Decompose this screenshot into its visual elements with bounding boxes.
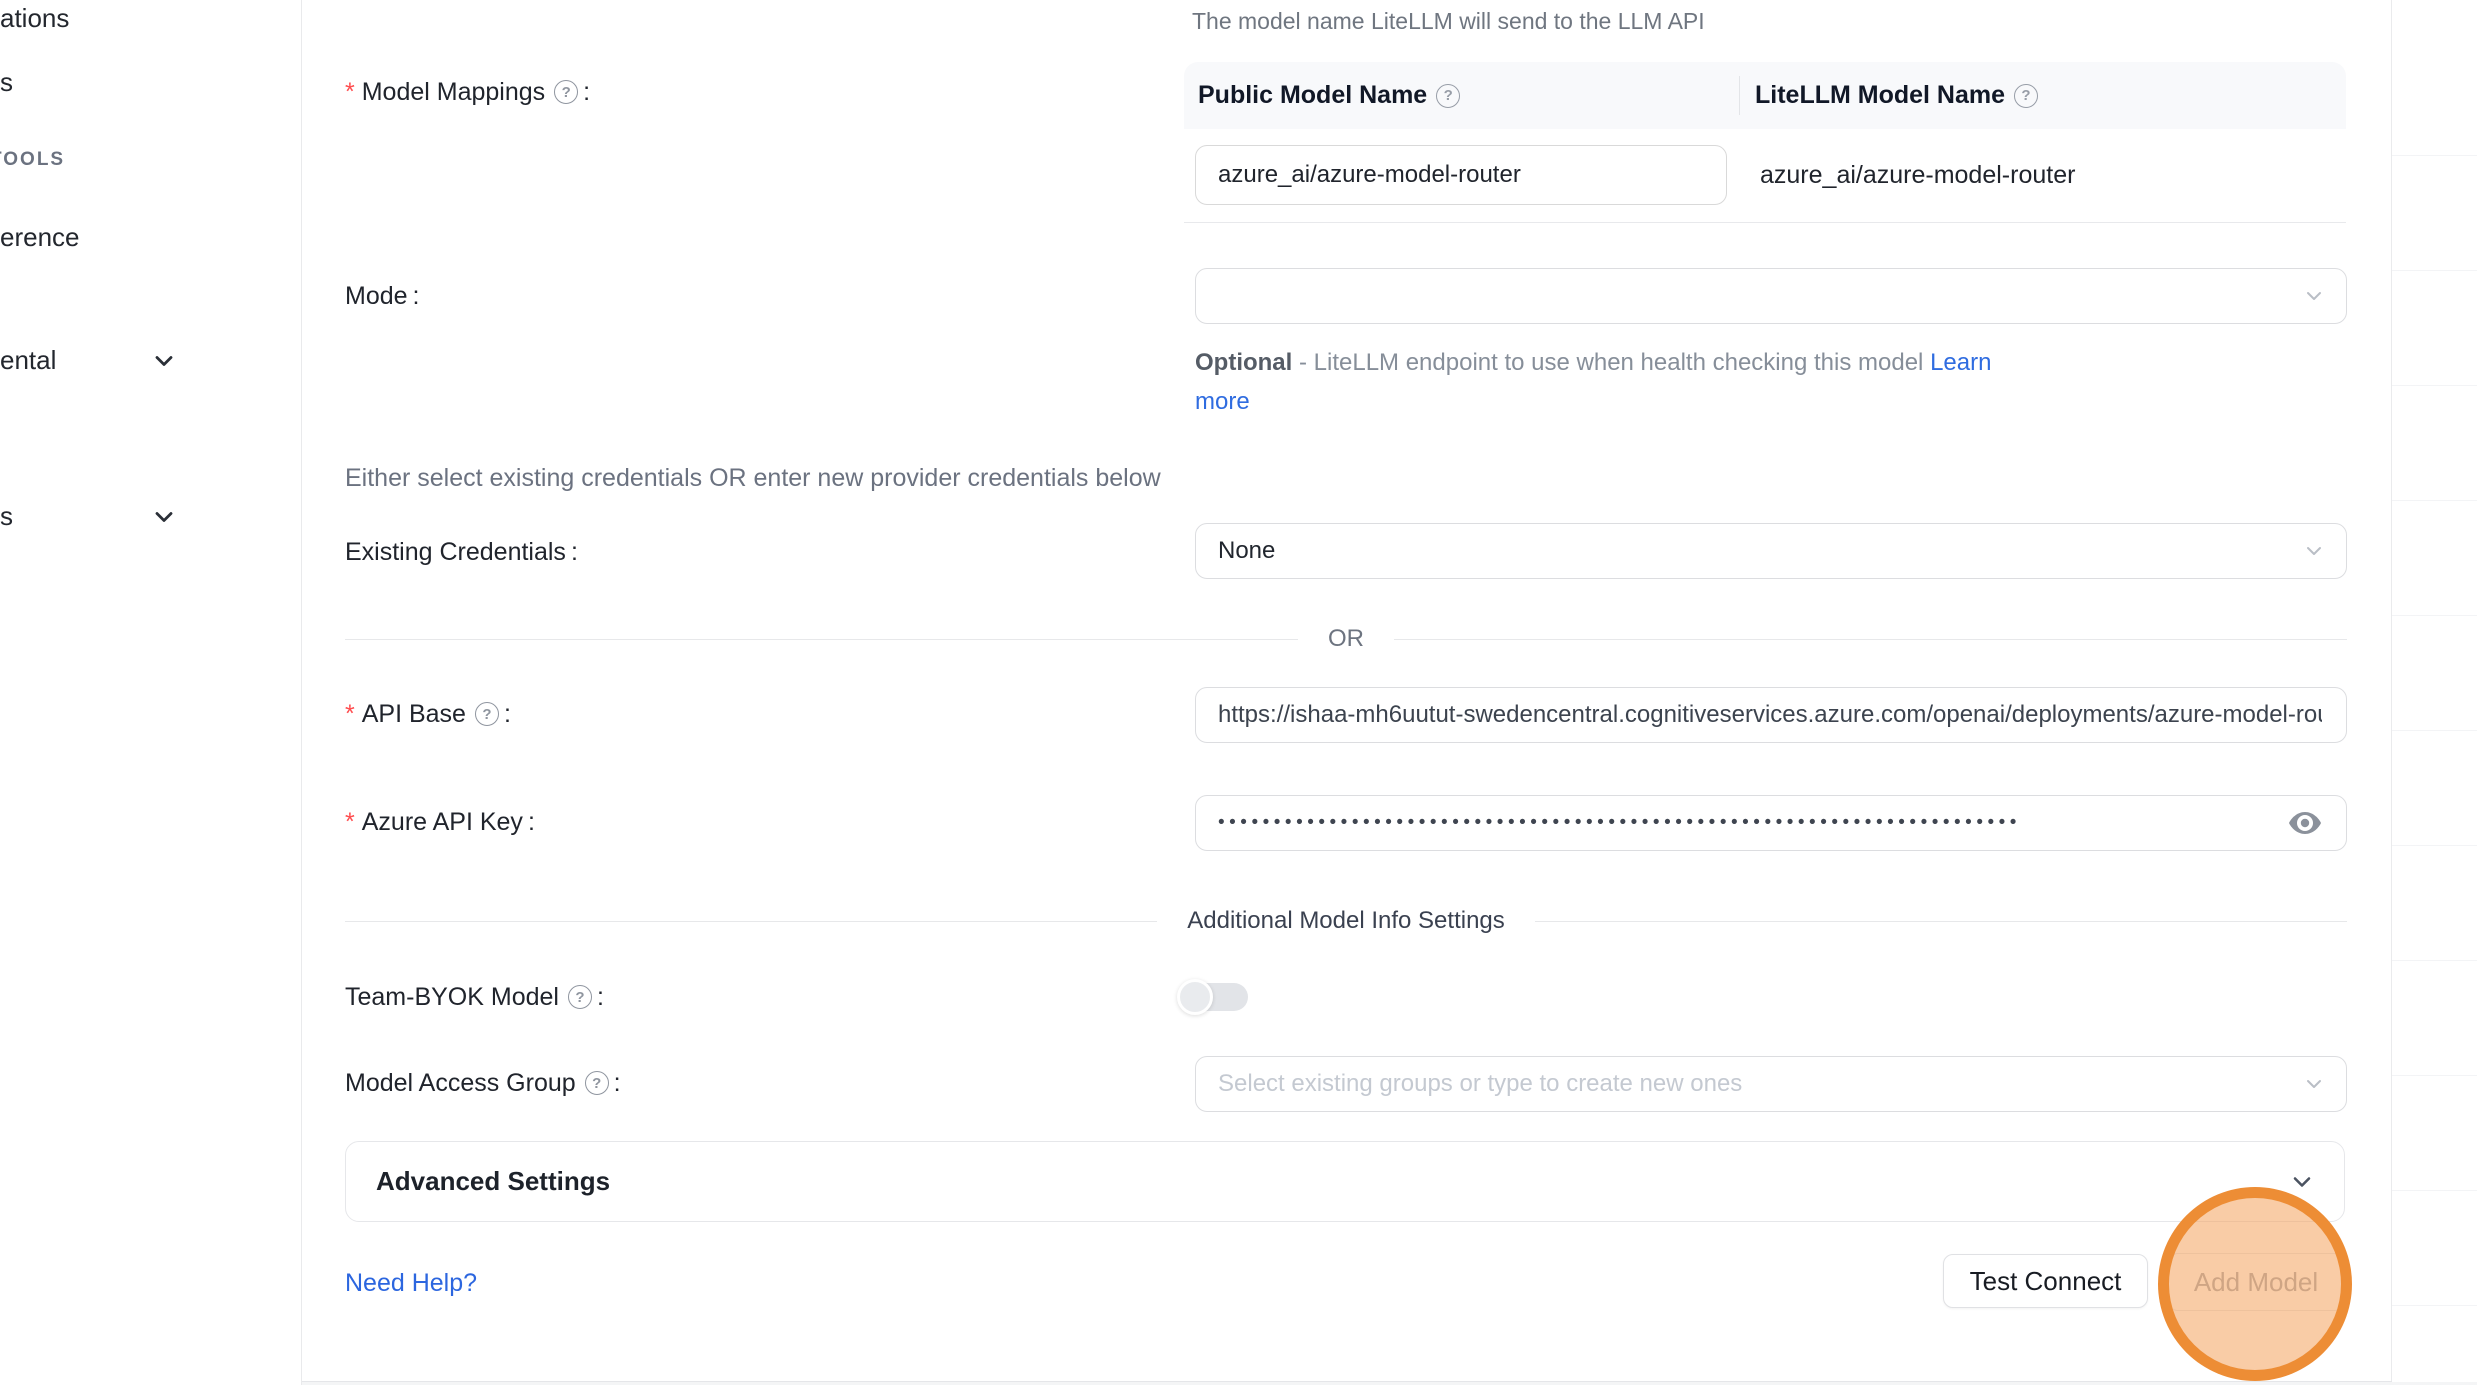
azure-api-key-label: * Azure API Key :	[345, 805, 535, 839]
credentials-note: Either select existing credentials OR en…	[345, 461, 1161, 495]
help-icon[interactable]: ?	[554, 80, 578, 104]
team-byok-label: Team-BYOK Model ? :	[345, 980, 604, 1014]
chevron-down-icon	[150, 503, 178, 531]
column-header-public-model-name: Public Model Name ?	[1184, 81, 1739, 110]
background-row-divider	[2392, 155, 2477, 156]
sidebar-item-experimental[interactable]: ental	[0, 343, 56, 377]
api-base-label: * API Base ? :	[345, 697, 511, 731]
learn-more-link[interactable]: Learn	[1930, 349, 1991, 376]
background-row-divider	[2392, 1305, 2477, 1306]
learn-more-link[interactable]: more	[1195, 388, 1250, 415]
chevron-down-icon	[150, 347, 178, 375]
help-icon[interactable]: ?	[475, 702, 499, 726]
azure-api-key-input[interactable]: ••••••••••••••••••••••••••••••••••••••••…	[1195, 795, 2347, 851]
need-help-link[interactable]: Need Help?	[345, 1266, 477, 1300]
background-row-divider	[2392, 730, 2477, 731]
table-header: Public Model Name ? LiteLLM Model Name ?	[1184, 62, 2346, 129]
mode-label: Mode :	[345, 279, 420, 313]
eye-icon[interactable]	[2288, 810, 2322, 836]
api-base-input[interactable]	[1195, 687, 2347, 743]
sidebar-item-inference[interactable]: erence	[0, 220, 80, 254]
mode-help-text-line2: more	[1195, 388, 1250, 418]
sidebar-section-tools: TOOLS	[0, 146, 65, 174]
background-row-divider	[2392, 845, 2477, 846]
existing-credentials-value: None	[1218, 537, 1275, 565]
help-icon[interactable]: ?	[568, 985, 592, 1009]
chevron-down-icon	[2302, 539, 2326, 563]
advanced-settings-title: Advanced Settings	[376, 1166, 610, 1197]
chevron-down-icon	[2288, 1168, 2316, 1196]
help-icon[interactable]: ?	[1436, 84, 1460, 108]
sidebar-item-label: erence	[0, 222, 80, 253]
required-asterisk: *	[345, 700, 355, 729]
existing-credentials-label: Existing Credentials :	[345, 535, 578, 569]
sidebar-item-label: s	[0, 67, 13, 98]
background-row-divider	[2392, 385, 2477, 386]
sidebar-item-organizations[interactable]: ations	[0, 1, 69, 35]
mode-help-text: Optional - LiteLLM endpoint to use when …	[1195, 349, 1991, 379]
model-access-group-placeholder: Select existing groups or type to create…	[1218, 1070, 1742, 1098]
card-right-edge	[2391, 0, 2392, 1381]
background-row-divider	[2392, 500, 2477, 501]
advanced-settings-panel[interactable]: Advanced Settings	[345, 1141, 2345, 1222]
model-name-hint: The model name LiteLLM will send to the …	[1192, 8, 1705, 35]
public-model-name-input[interactable]	[1195, 145, 1727, 205]
additional-settings-divider: Additional Model Info Settings	[345, 906, 2347, 936]
help-icon[interactable]: ?	[585, 1071, 609, 1095]
model-mappings-label: * Model Mappings ? :	[345, 75, 590, 109]
sidebar-item-label: ental	[0, 345, 56, 376]
toggle-knob	[1177, 979, 1213, 1015]
sidebar-item-label: s	[0, 501, 13, 532]
or-divider: OR	[345, 624, 2347, 654]
column-header-litellm-model-name: LiteLLM Model Name ?	[1739, 81, 2038, 110]
existing-credentials-select[interactable]: None	[1195, 523, 2347, 579]
column-divider	[1739, 76, 1740, 115]
chevron-down-icon	[2302, 1072, 2326, 1096]
model-mappings-table: Public Model Name ? LiteLLM Model Name ?…	[1184, 62, 2346, 223]
sidebar-section-label: TOOLS	[0, 149, 65, 171]
sidebar-item[interactable]: s	[0, 65, 13, 99]
background-row-divider	[2392, 270, 2477, 271]
background-row-divider	[2392, 1190, 2477, 1191]
background-row-divider	[2392, 1075, 2477, 1076]
sidebar-item-label: ations	[0, 3, 69, 34]
background-row-divider	[2392, 960, 2477, 961]
chevron-down-icon	[2302, 284, 2326, 308]
background-row-divider	[2392, 615, 2477, 616]
test-connect-button[interactable]: Test Connect	[1943, 1254, 2148, 1308]
model-access-group-label: Model Access Group ? :	[345, 1066, 621, 1100]
masked-key-value: ••••••••••••••••••••••••••••••••••••••••…	[1218, 795, 2021, 851]
model-access-group-select[interactable]: Select existing groups or type to create…	[1195, 1056, 2347, 1112]
sidebar: ations s TOOLS erence ental s	[0, 0, 302, 1385]
required-asterisk: *	[345, 808, 355, 837]
sidebar-item[interactable]: s	[0, 499, 13, 533]
help-icon[interactable]: ?	[2014, 84, 2038, 108]
annotation-circle	[2158, 1187, 2352, 1381]
litellm-model-name-value: azure_ai/azure-model-router	[1760, 158, 2075, 192]
required-asterisk: *	[345, 78, 355, 107]
add-model-page: ations s TOOLS erence ental s	[0, 0, 2477, 1385]
team-byok-toggle[interactable]	[1186, 983, 1248, 1011]
mode-select[interactable]	[1195, 268, 2347, 324]
